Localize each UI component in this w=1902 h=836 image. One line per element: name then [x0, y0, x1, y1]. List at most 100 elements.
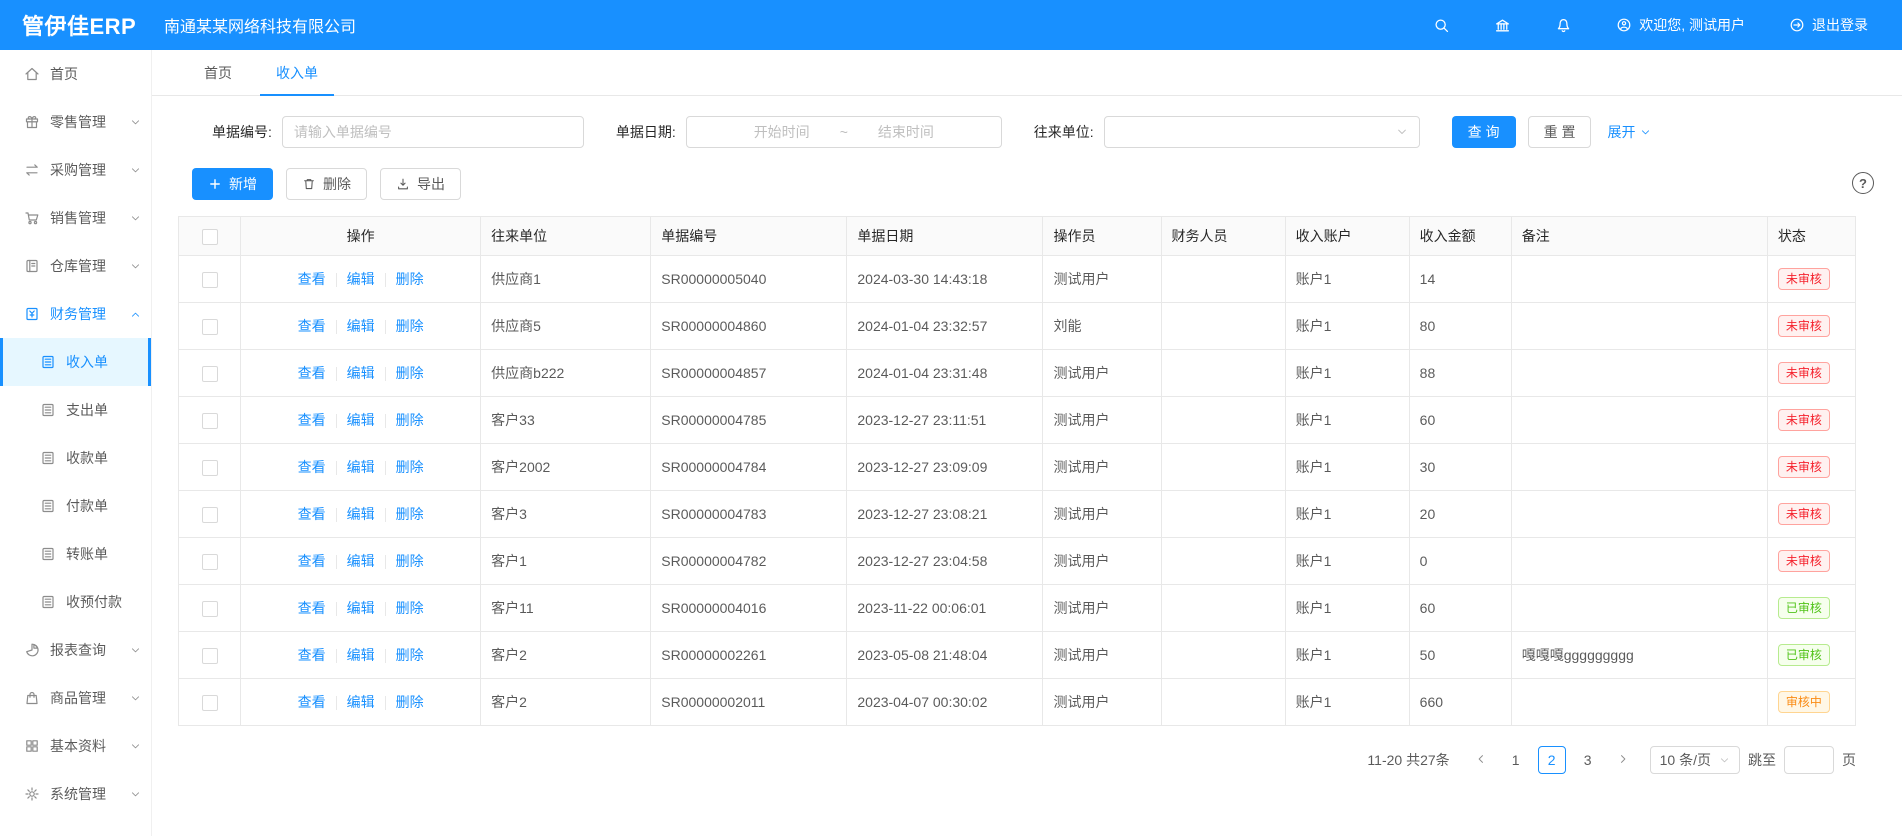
row-checkbox[interactable]: [202, 648, 218, 664]
top-header: 管伊佳ERP 南通某某网络科技有限公司 欢迎您, 测试用户 退出登录: [0, 0, 1902, 50]
cell-account: 账户1: [1285, 491, 1409, 538]
row-checkbox[interactable]: [202, 507, 218, 523]
sidebar-item-system[interactable]: 系统管理: [0, 770, 151, 818]
sidebar-item-transfer-bill[interactable]: 转账单: [0, 530, 151, 578]
edit-link[interactable]: 编辑: [347, 694, 375, 710]
export-button[interactable]: 导出: [380, 168, 461, 200]
delete-button[interactable]: 删除: [286, 168, 367, 200]
sidebar-item-purchase[interactable]: 采购管理: [0, 146, 151, 194]
date-range-picker[interactable]: 开始时间 ~ 结束时间: [686, 116, 1002, 148]
sidebar-item-report[interactable]: 报表查询: [0, 626, 151, 674]
row-checkbox[interactable]: [202, 601, 218, 617]
row-checkbox[interactable]: [202, 319, 218, 335]
sidebar-item-income-bill[interactable]: 收入单: [0, 338, 151, 386]
row-checkbox[interactable]: [202, 366, 218, 382]
view-link[interactable]: 查看: [298, 506, 326, 522]
sidebar-item-warehouse[interactable]: 仓库管理: [0, 242, 151, 290]
help-icon[interactable]: ?: [1852, 172, 1874, 194]
edit-link[interactable]: 编辑: [347, 506, 375, 522]
sidebar-item-payment-bill[interactable]: 付款单: [0, 482, 151, 530]
tab-home[interactable]: 首页: [182, 50, 254, 95]
retail-icon: [24, 114, 40, 130]
view-link[interactable]: 查看: [298, 365, 326, 381]
divider: [385, 696, 386, 710]
delete-link[interactable]: 删除: [396, 365, 424, 381]
bill-no-input[interactable]: [282, 116, 584, 148]
edit-link[interactable]: 编辑: [347, 318, 375, 334]
cell-operator: 测试用户: [1043, 491, 1161, 538]
select-all-checkbox[interactable]: [202, 229, 218, 245]
export-label: 导出: [417, 174, 445, 194]
page-button-2[interactable]: 2: [1538, 746, 1566, 774]
search-icon[interactable]: [1433, 17, 1450, 34]
cell-amount: 60: [1409, 397, 1511, 444]
page-button-3[interactable]: 3: [1574, 746, 1602, 774]
jump-page-input[interactable]: [1784, 746, 1834, 774]
view-link[interactable]: 查看: [298, 412, 326, 428]
view-link[interactable]: 查看: [298, 694, 326, 710]
next-page-button[interactable]: [1610, 746, 1636, 774]
partner-select[interactable]: [1104, 116, 1420, 148]
column-header: 操作员: [1043, 217, 1161, 256]
edit-link[interactable]: 编辑: [347, 459, 375, 475]
delete-link[interactable]: 删除: [396, 553, 424, 569]
delete-link[interactable]: 删除: [396, 647, 424, 663]
bell-icon[interactable]: [1555, 17, 1572, 34]
view-link[interactable]: 查看: [298, 647, 326, 663]
sidebar-item-home[interactable]: 首页: [0, 50, 151, 98]
view-link[interactable]: 查看: [298, 459, 326, 475]
cell-account: 账户1: [1285, 397, 1409, 444]
logout-label: 退出登录: [1812, 15, 1868, 35]
view-link[interactable]: 查看: [298, 318, 326, 334]
row-checkbox[interactable]: [202, 413, 218, 429]
page-size-select[interactable]: 10 条/页: [1650, 746, 1740, 774]
row-checkbox[interactable]: [202, 272, 218, 288]
delete-link[interactable]: 删除: [396, 271, 424, 287]
divider: [385, 508, 386, 522]
sidebar-item-goods[interactable]: 商品管理: [0, 674, 151, 722]
user-menu[interactable]: 欢迎您, 测试用户: [1616, 15, 1745, 35]
table-row: 查看编辑删除客户2SR000000022612023-05-08 21:48:0…: [179, 632, 1856, 679]
expand-link[interactable]: 展开: [1607, 122, 1651, 142]
sidebar-item-prepaid[interactable]: 收预付款: [0, 578, 151, 626]
add-button[interactable]: 新增: [192, 168, 273, 200]
delete-link[interactable]: 删除: [396, 694, 424, 710]
prev-page-button[interactable]: [1468, 746, 1494, 774]
sidebar-item-finance[interactable]: 财务管理: [0, 290, 151, 338]
checkbox-cell: [179, 632, 241, 679]
sidebar-item-expense-bill[interactable]: 支出单: [0, 386, 151, 434]
edit-link[interactable]: 编辑: [347, 412, 375, 428]
delete-link[interactable]: 删除: [396, 506, 424, 522]
cell-date: 2023-12-27 23:08:21: [847, 491, 1043, 538]
sidebar-item-retail[interactable]: 零售管理: [0, 98, 151, 146]
table-row: 查看编辑删除供应商b222SR000000048572024-01-04 23:…: [179, 350, 1856, 397]
edit-link[interactable]: 编辑: [347, 647, 375, 663]
view-link[interactable]: 查看: [298, 600, 326, 616]
delete-link[interactable]: 删除: [396, 318, 424, 334]
delete-link[interactable]: 删除: [396, 412, 424, 428]
tab-income-bill[interactable]: 收入单: [254, 50, 340, 95]
checkbox-cell: [179, 303, 241, 350]
delete-link[interactable]: 删除: [396, 459, 424, 475]
row-checkbox[interactable]: [202, 460, 218, 476]
view-link[interactable]: 查看: [298, 271, 326, 287]
edit-link[interactable]: 编辑: [347, 271, 375, 287]
delete-link[interactable]: 删除: [396, 600, 424, 616]
sidebar-item-receipt-bill[interactable]: 收款单: [0, 434, 151, 482]
cell-partner: 客户33: [481, 397, 651, 444]
bank-icon[interactable]: [1494, 17, 1511, 34]
sidebar-item-sales[interactable]: 销售管理: [0, 194, 151, 242]
edit-link[interactable]: 编辑: [347, 553, 375, 569]
edit-link[interactable]: 编辑: [347, 600, 375, 616]
row-checkbox[interactable]: [202, 695, 218, 711]
reset-button[interactable]: 重 置: [1528, 116, 1592, 148]
cell-account: 账户1: [1285, 303, 1409, 350]
search-button[interactable]: 查 询: [1452, 116, 1516, 148]
edit-link[interactable]: 编辑: [347, 365, 375, 381]
status-badge: 未审核: [1778, 456, 1830, 478]
view-link[interactable]: 查看: [298, 553, 326, 569]
page-button-1[interactable]: 1: [1502, 746, 1530, 774]
logout-button[interactable]: 退出登录: [1789, 15, 1868, 35]
row-checkbox[interactable]: [202, 554, 218, 570]
sidebar-item-basic[interactable]: 基本资料: [0, 722, 151, 770]
